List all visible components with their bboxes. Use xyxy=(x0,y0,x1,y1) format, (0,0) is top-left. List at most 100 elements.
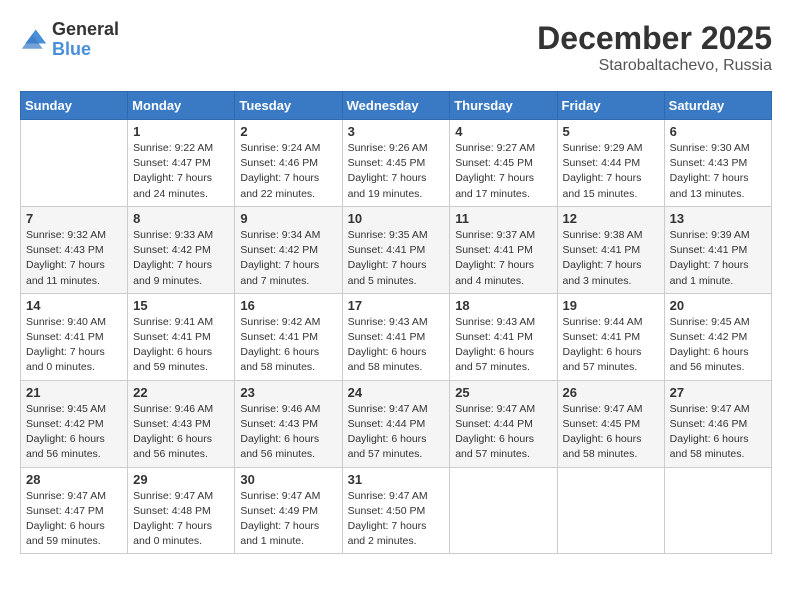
day-number: 1 xyxy=(133,124,229,139)
day-number: 20 xyxy=(670,298,766,313)
day-info: Sunrise: 9:37 AMSunset: 4:41 PMDaylight:… xyxy=(455,228,551,289)
day-number: 27 xyxy=(670,385,766,400)
calendar-cell: 5Sunrise: 9:29 AMSunset: 4:44 PMDaylight… xyxy=(557,120,664,207)
day-number: 31 xyxy=(348,472,445,487)
calendar-cell: 8Sunrise: 9:33 AMSunset: 4:42 PMDaylight… xyxy=(128,206,235,293)
day-info: Sunrise: 9:47 AMSunset: 4:44 PMDaylight:… xyxy=(348,402,445,463)
calendar-cell: 18Sunrise: 9:43 AMSunset: 4:41 PMDayligh… xyxy=(450,293,557,380)
day-info: Sunrise: 9:29 AMSunset: 4:44 PMDaylight:… xyxy=(563,141,659,202)
calendar-cell: 15 Sunrise: 9:41 AMSunset: 4:41 PMDayligh… xyxy=(128,293,235,380)
calendar-cell xyxy=(664,467,771,554)
day-number: 22 xyxy=(133,385,229,400)
day-number: 3 xyxy=(348,124,445,139)
calendar-cell: 3 Sunrise: 9:26 AMSunset: 4:45 PMDaylight… xyxy=(342,120,450,207)
day-number: 11 xyxy=(455,211,551,226)
title-block: December 2025 Starobaltachevo, Russia xyxy=(537,20,772,75)
header-monday: Monday xyxy=(128,92,235,120)
day-info: Sunrise: 9:47 AMSunset: 4:50 PMDaylight:… xyxy=(348,489,445,550)
calendar-cell: 30 Sunrise: 9:47 AMSunset: 4:49 PMDayligh… xyxy=(235,467,342,554)
calendar-cell: 4Sunrise: 9:27 AMSunset: 4:45 PMDaylight… xyxy=(450,120,557,207)
day-info: Sunrise: 9:47 AMSunset: 4:46 PMDaylight:… xyxy=(670,402,766,463)
day-number: 25 xyxy=(455,385,551,400)
logo-text-general: General xyxy=(52,19,119,39)
day-info: Sunrise: 9:24 AMSunset: 4:46 PMDaylight:… xyxy=(240,141,336,202)
day-info: Sunrise: 9:43 AMSunset: 4:41 PMDaylight:… xyxy=(348,315,445,376)
calendar-cell: 2Sunrise: 9:24 AMSunset: 4:46 PMDaylight… xyxy=(235,120,342,207)
day-number: 29 xyxy=(133,472,229,487)
day-info: Sunrise: 9:38 AMSunset: 4:41 PMDaylight:… xyxy=(563,228,659,289)
day-number: 26 xyxy=(563,385,659,400)
calendar-cell: 27 Sunrise: 9:47 AMSunset: 4:46 PMDayligh… xyxy=(664,380,771,467)
calendar-cell: 11 Sunrise: 9:37 AMSunset: 4:41 PMDayligh… xyxy=(450,206,557,293)
header-sunday: Sunday xyxy=(21,92,128,120)
day-info: Sunrise: 9:45 AMSunset: 4:42 PMDaylight:… xyxy=(26,402,122,463)
day-number: 19 xyxy=(563,298,659,313)
day-number: 6 xyxy=(670,124,766,139)
day-info: Sunrise: 9:47 AMSunset: 4:47 PMDaylight:… xyxy=(26,489,122,550)
calendar-week-2: 14 Sunrise: 9:40 AMSunset: 4:41 PMDayligh… xyxy=(21,293,772,380)
calendar-week-4: 28Sunrise: 9:47 AMSunset: 4:47 PMDayligh… xyxy=(21,467,772,554)
calendar: SundayMondayTuesdayWednesdayThursdayFrid… xyxy=(20,91,772,554)
logo: General Blue xyxy=(20,20,119,60)
page-header: General Blue December 2025 Starobaltache… xyxy=(20,20,772,75)
day-info: Sunrise: 9:46 AMSunset: 4:43 PMDaylight:… xyxy=(240,402,336,463)
calendar-cell: 22 Sunrise: 9:46 AMSunset: 4:43 PMDayligh… xyxy=(128,380,235,467)
day-info: Sunrise: 9:22 AMSunset: 4:47 PMDaylight:… xyxy=(133,141,229,202)
calendar-cell: 31 Sunrise: 9:47 AMSunset: 4:50 PMDayligh… xyxy=(342,467,450,554)
day-info: Sunrise: 9:47 AMSunset: 4:48 PMDaylight:… xyxy=(133,489,229,550)
calendar-cell: 17 Sunrise: 9:43 AMSunset: 4:41 PMDayligh… xyxy=(342,293,450,380)
calendar-cell: 12 Sunrise: 9:38 AMSunset: 4:41 PMDayligh… xyxy=(557,206,664,293)
calendar-cell: 14 Sunrise: 9:40 AMSunset: 4:41 PMDayligh… xyxy=(21,293,128,380)
calendar-cell: 21Sunrise: 9:45 AMSunset: 4:42 PMDayligh… xyxy=(21,380,128,467)
month-title: December 2025 xyxy=(537,20,772,57)
day-number: 15 xyxy=(133,298,229,313)
calendar-cell xyxy=(21,120,128,207)
day-number: 24 xyxy=(348,385,445,400)
day-info: Sunrise: 9:47 AMSunset: 4:49 PMDaylight:… xyxy=(240,489,336,550)
day-info: Sunrise: 9:40 AMSunset: 4:41 PMDaylight:… xyxy=(26,315,122,376)
calendar-week-1: 7Sunrise: 9:32 AMSunset: 4:43 PMDaylight… xyxy=(21,206,772,293)
day-info: Sunrise: 9:47 AMSunset: 4:45 PMDaylight:… xyxy=(563,402,659,463)
day-info: Sunrise: 9:35 AMSunset: 4:41 PMDaylight:… xyxy=(348,228,445,289)
day-info: Sunrise: 9:47 AMSunset: 4:44 PMDaylight:… xyxy=(455,402,551,463)
calendar-cell: 7Sunrise: 9:32 AMSunset: 4:43 PMDaylight… xyxy=(21,206,128,293)
day-info: Sunrise: 9:32 AMSunset: 4:43 PMDaylight:… xyxy=(26,228,122,289)
location-title: Starobaltachevo, Russia xyxy=(537,57,772,75)
calendar-cell: 19 Sunrise: 9:44 AMSunset: 4:41 PMDayligh… xyxy=(557,293,664,380)
day-number: 14 xyxy=(26,298,122,313)
day-info: Sunrise: 9:26 AMSunset: 4:45 PMDaylight:… xyxy=(348,141,445,202)
day-number: 12 xyxy=(563,211,659,226)
day-info: Sunrise: 9:30 AMSunset: 4:43 PMDaylight:… xyxy=(670,141,766,202)
header-wednesday: Wednesday xyxy=(342,92,450,120)
calendar-cell: 10 Sunrise: 9:35 AMSunset: 4:41 PMDayligh… xyxy=(342,206,450,293)
calendar-body: 1 Sunrise: 9:22 AMSunset: 4:47 PMDaylight… xyxy=(21,120,772,554)
day-info: Sunrise: 9:46 AMSunset: 4:43 PMDaylight:… xyxy=(133,402,229,463)
day-number: 9 xyxy=(240,211,336,226)
calendar-cell: 25 Sunrise: 9:47 AMSunset: 4:44 PMDayligh… xyxy=(450,380,557,467)
day-info: Sunrise: 9:41 AMSunset: 4:41 PMDaylight:… xyxy=(133,315,229,376)
day-number: 17 xyxy=(348,298,445,313)
day-number: 10 xyxy=(348,211,445,226)
day-info: Sunrise: 9:39 AMSunset: 4:41 PMDaylight:… xyxy=(670,228,766,289)
calendar-header-row: SundayMondayTuesdayWednesdayThursdayFrid… xyxy=(21,92,772,120)
logo-icon xyxy=(20,26,48,54)
calendar-week-3: 21Sunrise: 9:45 AMSunset: 4:42 PMDayligh… xyxy=(21,380,772,467)
calendar-week-0: 1 Sunrise: 9:22 AMSunset: 4:47 PMDaylight… xyxy=(21,120,772,207)
day-number: 23 xyxy=(240,385,336,400)
day-info: Sunrise: 9:44 AMSunset: 4:41 PMDaylight:… xyxy=(563,315,659,376)
day-info: Sunrise: 9:34 AMSunset: 4:42 PMDaylight:… xyxy=(240,228,336,289)
calendar-cell: 26 Sunrise: 9:47 AMSunset: 4:45 PMDayligh… xyxy=(557,380,664,467)
day-number: 8 xyxy=(133,211,229,226)
calendar-cell xyxy=(450,467,557,554)
header-thursday: Thursday xyxy=(450,92,557,120)
calendar-cell: 20Sunrise: 9:45 AMSunset: 4:42 PMDayligh… xyxy=(664,293,771,380)
day-number: 18 xyxy=(455,298,551,313)
header-friday: Friday xyxy=(557,92,664,120)
calendar-cell: 13Sunrise: 9:39 AMSunset: 4:41 PMDayligh… xyxy=(664,206,771,293)
calendar-cell: 23 Sunrise: 9:46 AMSunset: 4:43 PMDayligh… xyxy=(235,380,342,467)
day-number: 30 xyxy=(240,472,336,487)
header-saturday: Saturday xyxy=(664,92,771,120)
calendar-cell: 9 Sunrise: 9:34 AMSunset: 4:42 PMDaylight… xyxy=(235,206,342,293)
day-number: 16 xyxy=(240,298,336,313)
calendar-cell: 1 Sunrise: 9:22 AMSunset: 4:47 PMDaylight… xyxy=(128,120,235,207)
